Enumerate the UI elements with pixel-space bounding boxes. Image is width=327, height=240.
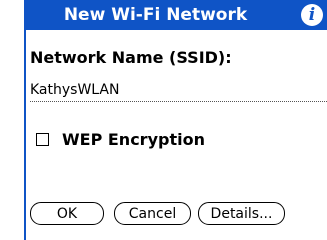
title-bar: New Wi-Fi Network i [24,0,327,30]
ssid-label: Network Name (SSID): [30,48,232,67]
wep-encryption-option[interactable]: WEP Encryption [36,128,205,150]
wep-checkbox[interactable] [36,132,49,146]
new-wifi-network-dialog: New Wi-Fi Network i Network Name (SSID):… [0,0,327,240]
ssid-input[interactable]: KathysWLAN [30,79,327,102]
dialog-title: New Wi-Fi Network [63,5,248,25]
ok-button[interactable]: OK [30,202,104,225]
info-icon[interactable]: i [301,4,323,26]
wep-label: WEP Encryption [62,129,205,149]
dialog-frame-border [24,30,26,240]
cancel-button[interactable]: Cancel [114,202,191,225]
details-button[interactable]: Details... [198,202,285,225]
